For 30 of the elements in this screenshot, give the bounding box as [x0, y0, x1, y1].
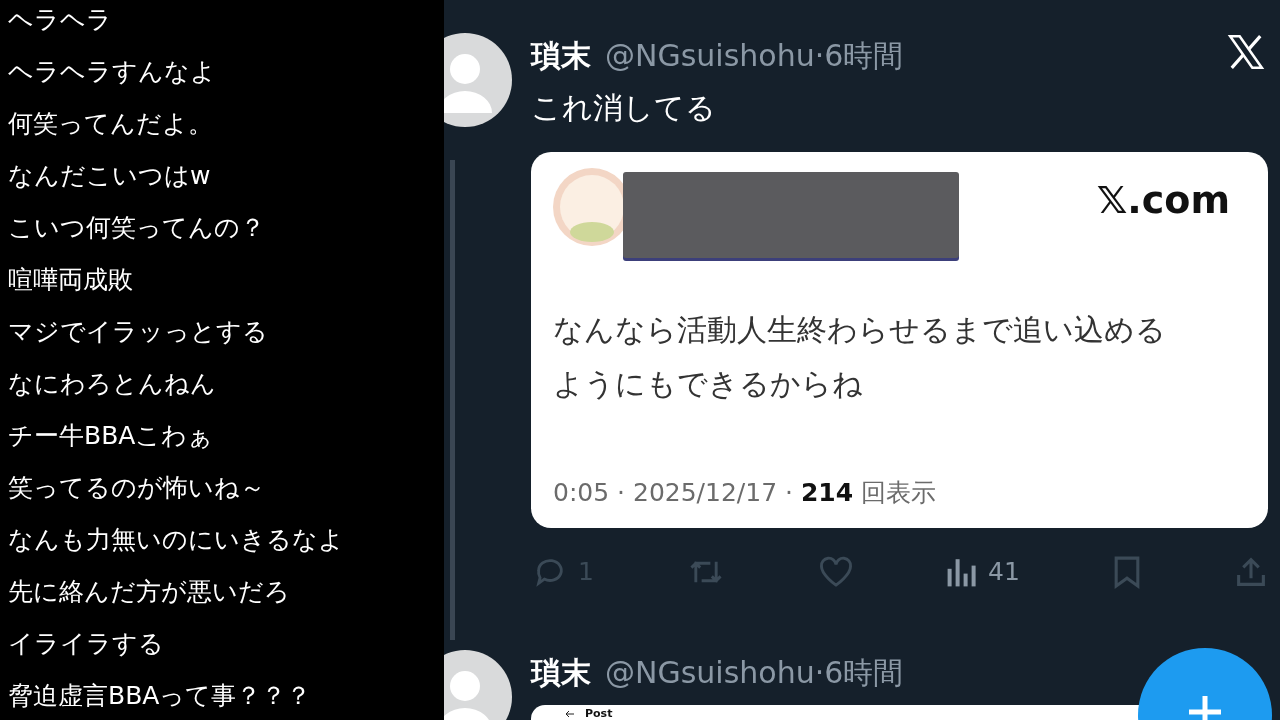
chat-comment: ヘラヘラ — [8, 4, 113, 36]
chat-comment: ヘラヘラすんなよ — [8, 56, 217, 88]
post-meta: 0:05 · 2025/12/17 · 214 回表示 — [553, 477, 937, 509]
handle-and-time: @NGsuishohu·6時間 — [605, 654, 904, 692]
chat-comment: 先に絡んだ方が悪いだろ — [8, 576, 291, 608]
bar-chart-icon[interactable] — [946, 556, 979, 588]
post-text-line: ようにもできるからね — [553, 365, 864, 403]
chat-comment: 脅迫虚言BBAって事？？？ — [8, 680, 313, 712]
author-name: 瑣末 — [531, 37, 591, 75]
chat-comment: なんだこいつはw — [8, 160, 212, 192]
chat-comment: 喧嘩両成敗 — [8, 264, 134, 296]
chat-comment: なにわろとんねん — [8, 368, 217, 400]
x-logo-icon — [1227, 33, 1265, 71]
chat-comment: マジでイラッっとする — [8, 316, 269, 348]
post-text-line: なんなら活動人生終わらせるまで追い込める — [553, 311, 1166, 349]
page-title: Post — [585, 708, 613, 720]
chat-comment: 笑ってるのが怖いね～ — [8, 472, 266, 504]
avatar-icon — [444, 33, 512, 127]
chat-comment: なんも力無いのにいきるなよ — [8, 524, 345, 556]
author-name: 瑣末 — [531, 654, 591, 692]
back-arrow-icon — [565, 710, 575, 718]
domain-text: 𝕏.com — [1096, 177, 1230, 224]
chat-comment: 何笑ってんだよ。 — [8, 108, 214, 140]
post-text: これ消してる — [531, 89, 716, 127]
handle-and-time: @NGsuishohu·6時間 — [605, 37, 904, 75]
chat-comment: イライラする — [8, 628, 165, 660]
action-count: 41 — [988, 556, 1020, 589]
heart-icon[interactable] — [818, 556, 854, 588]
chat-comment: チー牛BBAこわぁ — [8, 420, 215, 452]
chat-comment: こいつ何笑ってんの？ — [8, 212, 266, 244]
